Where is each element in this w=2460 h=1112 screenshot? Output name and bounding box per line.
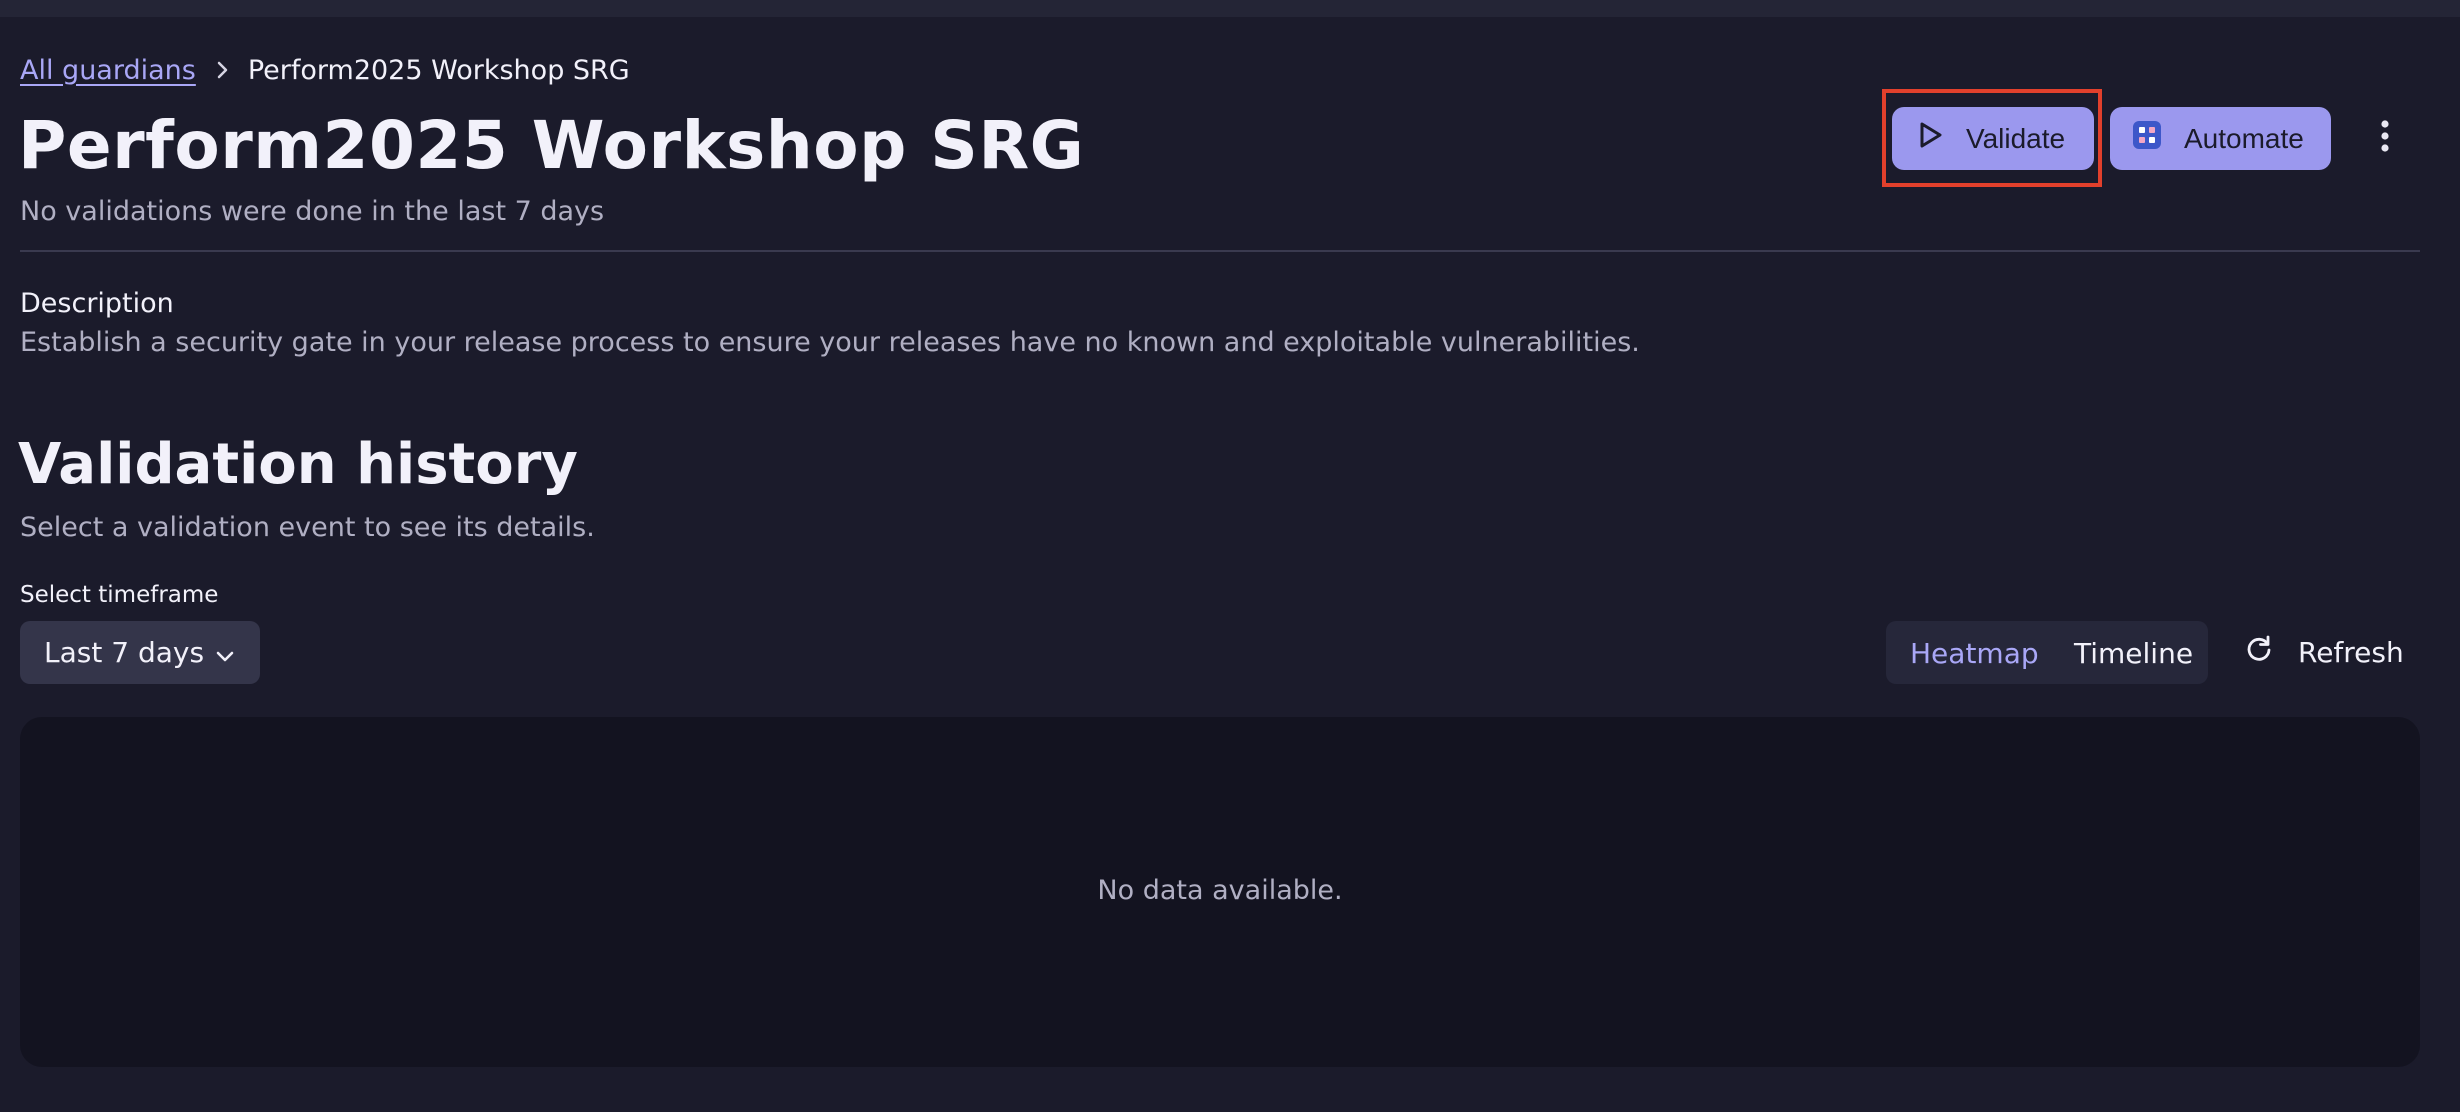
- page-title: Perform2025 Workshop SRG: [18, 107, 1085, 184]
- validate-button[interactable]: Validate: [1892, 107, 2094, 170]
- top-bar: [0, 0, 2460, 17]
- refresh-icon: [2244, 634, 2274, 671]
- chevron-right-icon: [216, 60, 230, 80]
- automate-icon: [2132, 120, 2162, 157]
- more-options-button[interactable]: [2362, 110, 2408, 166]
- chevron-down-icon: [214, 641, 236, 674]
- validation-history-title: Validation history: [18, 432, 578, 497]
- view-toggle-timeline[interactable]: Timeline: [2074, 637, 2193, 670]
- breadcrumb: All guardians Perform2025 Workshop SRG: [20, 52, 630, 88]
- refresh-button[interactable]: Refresh: [2244, 621, 2404, 684]
- view-toggle-heatmap[interactable]: Heatmap: [1910, 637, 2039, 670]
- refresh-label: Refresh: [2298, 636, 2404, 669]
- validate-label: Validate: [1966, 122, 2066, 154]
- validation-history-panel: No data available.: [20, 717, 2420, 1067]
- validation-history-subtitle: Select a validation event to see its det…: [20, 512, 595, 543]
- play-icon: [1918, 121, 1944, 156]
- view-toggle: Heatmap Timeline: [1886, 621, 2208, 684]
- header-divider: [20, 250, 2420, 252]
- description-text: Establish a security gate in your releas…: [20, 327, 1640, 358]
- description-label: Description: [20, 288, 174, 319]
- timeframe-label: Select timeframe: [20, 582, 219, 608]
- breadcrumb-current: Perform2025 Workshop SRG: [247, 54, 630, 86]
- automate-button[interactable]: Automate: [2110, 107, 2331, 170]
- more-vertical-icon: [2380, 119, 2390, 157]
- timeframe-select[interactable]: Last 7 days: [20, 621, 260, 684]
- breadcrumb-all-guardians-link[interactable]: All guardians: [20, 55, 196, 86]
- page-subtitle: No validations were done in the last 7 d…: [20, 196, 605, 227]
- empty-state-text: No data available.: [1097, 875, 1343, 906]
- timeframe-value: Last 7 days: [44, 636, 205, 669]
- automate-label: Automate: [2184, 122, 2304, 154]
